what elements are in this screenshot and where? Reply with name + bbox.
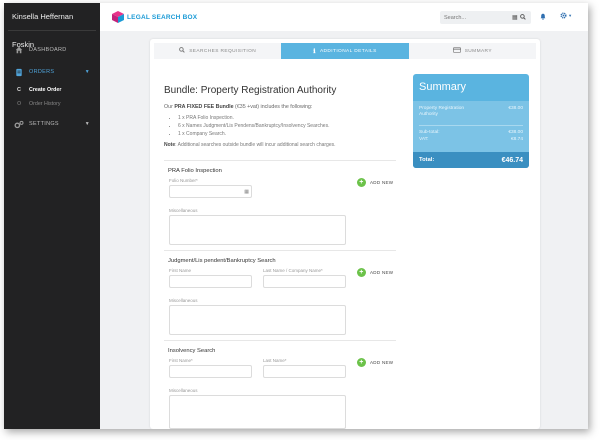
vat-label: VAT: <box>419 137 429 142</box>
first-name-label: First Name <box>169 268 192 273</box>
bundle-note: Note: Additional searches outside bundle… <box>164 142 336 148</box>
sub-letter: C <box>17 87 21 93</box>
logo-cube-icon <box>112 11 124 23</box>
sidebar-item-label: ORDERS <box>29 69 55 75</box>
list-item: 1 x PRA Folio Inspection. <box>178 114 396 122</box>
sidebar-subitem-order-history[interactable]: O Order History <box>4 97 100 111</box>
last-name-input[interactable] <box>263 365 346 378</box>
order-card: SEARCHES REQUISITION ℹ ADDITIONAL DETAIL… <box>150 39 540 429</box>
summary-body: Property Registration Authority €38.00 S… <box>413 101 529 152</box>
sub-label: Order History <box>29 101 61 107</box>
add-new-button[interactable]: + ADD NEW <box>357 268 393 277</box>
sub-label: Create Order <box>29 87 62 93</box>
sidebar-item-label: DASHBOARD <box>29 47 67 53</box>
home-icon <box>14 45 24 55</box>
misc-textarea[interactable] <box>169 215 346 245</box>
section-title: PRA Folio Inspection <box>168 168 222 174</box>
tab-additional-details[interactable]: ℹ ADDITIONAL DETAILS <box>281 43 409 59</box>
last-name-input[interactable] <box>263 275 346 288</box>
tab-searches-requisition[interactable]: SEARCHES REQUISITION <box>154 43 281 59</box>
summary-title: Summary <box>419 81 467 93</box>
last-name-label: Last Name* <box>263 358 287 363</box>
first-name-label: First Name* <box>169 358 193 363</box>
sidebar-item-orders[interactable]: ORDERS ▼ <box>4 61 100 83</box>
sub-letter: O <box>17 101 22 107</box>
summary-panel: Summary Property Registration Authority … <box>413 74 529 168</box>
tab-label: SEARCHES REQUISITION <box>189 48 257 54</box>
summary-line-item: Property Registration Authority €38.00 <box>419 106 523 118</box>
first-name-input[interactable] <box>169 365 252 378</box>
topbar: LEGAL SEARCH BOX ▦ ▼ <box>100 3 588 31</box>
gear-icon[interactable]: ▼ <box>560 12 572 21</box>
tab-label: ADDITIONAL DETAILS <box>319 48 377 54</box>
summary-divider <box>419 125 523 126</box>
subtotal-label: Sub-total: <box>419 130 440 135</box>
section-title: Insolvency Search <box>168 348 216 354</box>
plus-icon: + <box>357 358 366 367</box>
vat-row: VAT: €8.74 <box>419 137 523 142</box>
bell-icon[interactable] <box>540 13 546 22</box>
sidebar: Kinsella Heffernan Foskin DASHBOARD ORDE… <box>4 3 100 429</box>
misc-label: Miscellaneous <box>169 388 198 393</box>
misc-label: Miscellaneous <box>169 208 198 213</box>
tab-summary[interactable]: SUMMARY <box>409 43 536 59</box>
add-new-button[interactable]: + ADD NEW <box>357 178 393 187</box>
folio-number-label: Folio Number* <box>169 178 198 183</box>
misc-label: Miscellaneous <box>169 298 198 303</box>
list-item: 1 x Company Search. <box>178 130 396 138</box>
add-new-button[interactable]: + ADD NEW <box>357 358 393 367</box>
subtotal-value: €38.00 <box>508 130 523 135</box>
chevron-down-icon: ▼ <box>84 69 90 75</box>
search-box: ▦ <box>440 11 531 24</box>
calendar-icon: ▦ <box>244 189 249 195</box>
judgment-section: Judgment/Lis pendent/Bankruptcy Search F… <box>164 250 396 340</box>
folio-section: PRA Folio Inspection Folio Number* ▦ Mis… <box>164 160 396 250</box>
tab-label: SUMMARY <box>464 48 492 54</box>
app-window: Kinsella Heffernan Foskin DASHBOARD ORDE… <box>4 3 588 429</box>
search-icon <box>179 47 185 55</box>
gears-icon <box>14 119 24 129</box>
card-icon <box>452 47 461 55</box>
logo[interactable]: LEGAL SEARCH BOX <box>111 10 197 24</box>
insolvency-section: Insolvency Search First Name* Last Name*… <box>164 340 396 429</box>
total-value: €46.74 <box>501 156 523 164</box>
bundle-list: 1 x PRA Folio Inspection. 6 x Names Judg… <box>178 114 396 138</box>
last-name-label: Last Name / Company Name* <box>263 268 323 273</box>
document-icon <box>14 67 24 77</box>
folio-number-input[interactable]: ▦ <box>169 185 252 198</box>
list-item: 6 x Names Judgment/Lis Pendens/Bankruptc… <box>178 122 396 130</box>
line-item-value: €38.00 <box>508 106 523 111</box>
search-input[interactable] <box>444 14 510 21</box>
plus-icon: + <box>357 268 366 277</box>
first-name-input[interactable] <box>169 275 252 288</box>
chevron-down-icon: ▼ <box>84 121 90 127</box>
page-title: Bundle: Property Registration Authority <box>164 85 337 96</box>
misc-textarea[interactable] <box>169 395 346 429</box>
vat-value: €8.74 <box>510 137 523 142</box>
logo-text: LEGAL SEARCH BOX <box>127 13 198 21</box>
calculator-icon[interactable]: ▦ <box>512 14 518 21</box>
subtotal-row: Sub-total: €38.00 <box>419 130 523 135</box>
total-label: Total: <box>419 157 435 163</box>
info-icon: ℹ <box>313 48 316 55</box>
total-row: Total: €46.74 <box>413 152 529 168</box>
wizard-tabs: SEARCHES REQUISITION ℹ ADDITIONAL DETAIL… <box>154 43 536 59</box>
sidebar-item-label: SETTINGS <box>29 121 59 127</box>
plus-icon: + <box>357 178 366 187</box>
section-title: Judgment/Lis pendent/Bankruptcy Search <box>168 258 276 264</box>
search-icon[interactable] <box>519 13 526 22</box>
line-item-label: Property Registration Authority <box>419 106 465 117</box>
sidebar-subitem-create-order[interactable]: C Create Order <box>4 83 100 97</box>
sidebar-item-dashboard[interactable]: DASHBOARD <box>4 39 100 61</box>
sidebar-item-settings[interactable]: SETTINGS ▼ <box>4 113 100 135</box>
misc-textarea[interactable] <box>169 305 346 335</box>
bundle-intro: Our PRA FIXED FEE Bundle (€35 +vat) incl… <box>164 104 313 110</box>
user-name: Kinsella Heffernan Foskin <box>8 3 96 49</box>
bundle-info: Bundle: Property Registration Authority … <box>164 85 396 148</box>
